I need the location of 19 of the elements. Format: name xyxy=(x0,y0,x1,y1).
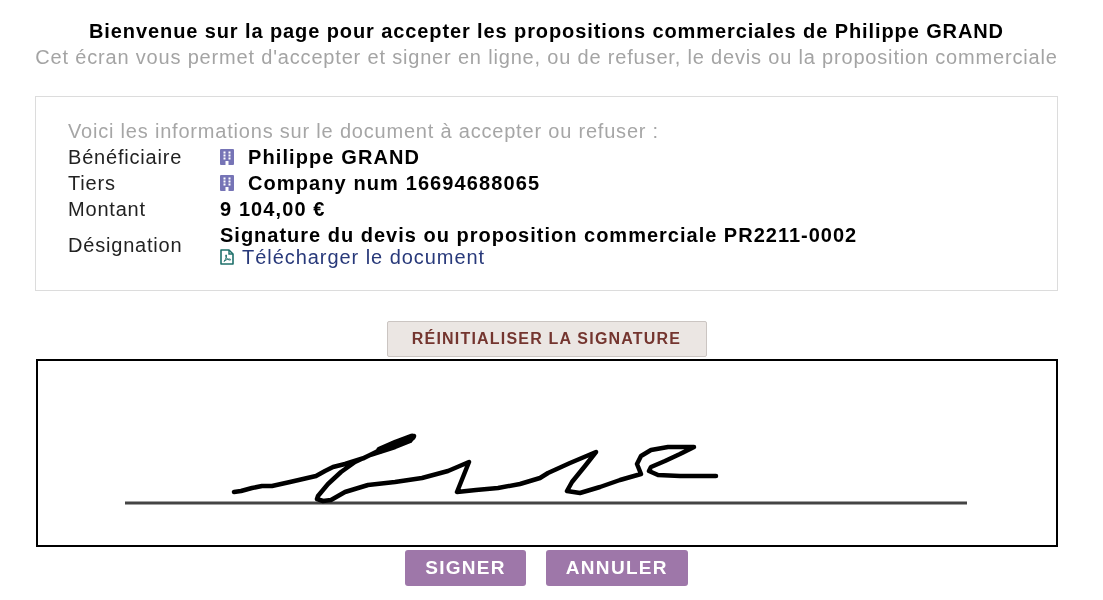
cancel-button[interactable]: ANNULER xyxy=(545,550,688,586)
building-icon xyxy=(220,149,234,165)
field-label: Bénéficiaire xyxy=(68,145,183,170)
field-value: Philippe GRAND xyxy=(248,146,421,168)
field-value: Signature du devis ou proposition commerciale PR2211-0002 xyxy=(220,224,858,246)
page-subtitle: Cet écran vous permet d'accepter et signer en ligne, ou de refuser, le devis ou la proposition commerciale xyxy=(35,46,1058,68)
reset-signature-button[interactable]: RÉINITIALISER LA SIGNATURE xyxy=(386,321,707,357)
pdf-file-icon xyxy=(220,249,234,265)
field-label: Montant xyxy=(68,197,146,222)
sign-button[interactable]: SIGNER xyxy=(405,550,526,586)
download-link[interactable]: Télécharger le document xyxy=(220,246,486,268)
signature-pad[interactable] xyxy=(36,359,1058,547)
field-value: Company num 16694688065 xyxy=(248,172,541,194)
field-label: Tiers xyxy=(68,171,116,196)
field-value: 9 104,00 € xyxy=(220,198,326,220)
field-label: Désignation xyxy=(68,233,183,258)
page-title: Bienvenue sur la page pour accepter les propositions commerciales de Philippe GRAND xyxy=(88,20,1005,42)
building-icon xyxy=(220,175,234,191)
info-intro: Voici les informations sur le document à accepter ou refuser : xyxy=(68,119,660,144)
